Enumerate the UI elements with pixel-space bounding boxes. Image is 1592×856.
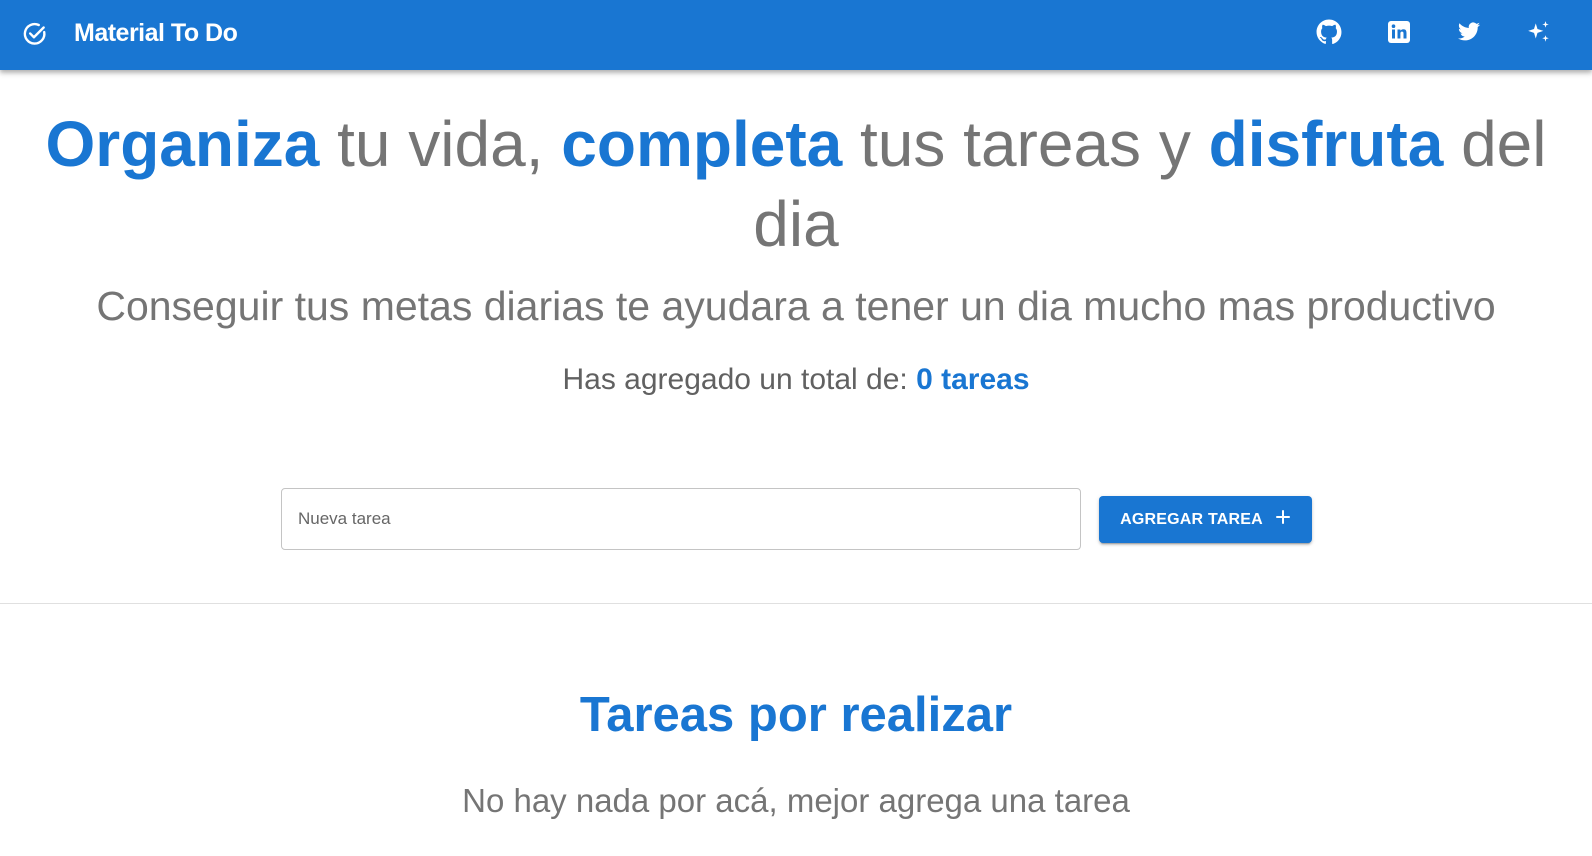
twitter-icon[interactable] <box>1454 17 1484 47</box>
counter-value: 0 tareas <box>916 363 1030 396</box>
app-title: Material To Do <box>74 19 238 47</box>
app-bar: Material To Do <box>0 0 1592 70</box>
headline-word-organiza: Organiza <box>45 108 320 180</box>
headline-text: tu vida, <box>319 108 562 180</box>
counter-label: Has agregado un total de: <box>562 363 908 396</box>
headline-word-completa: completa <box>561 108 843 180</box>
hero-headline: Organiza tu vida, completa tus tareas y … <box>0 104 1592 264</box>
check-circle-icon <box>22 21 48 47</box>
task-counter: Has agregado un total de: 0 tareas <box>0 360 1592 400</box>
tasks-section-title: Tareas por realizar <box>579 688 1013 742</box>
github-icon[interactable] <box>1314 17 1344 47</box>
add-task-button[interactable]: AGREGAR TAREA <box>1099 496 1312 543</box>
empty-tasks-message: No hay nada por acá, mejor agrega una ta… <box>462 782 1130 819</box>
new-task-input[interactable] <box>281 488 1081 550</box>
section-divider <box>0 603 1592 604</box>
headline-word-disfruta: disfruta <box>1208 108 1444 180</box>
plus-icon <box>1275 509 1291 530</box>
add-task-button-label: AGREGAR TAREA <box>1120 510 1263 528</box>
sparkles-icon[interactable] <box>1524 17 1554 47</box>
headline-text: tus tareas y <box>842 108 1209 180</box>
linkedin-icon[interactable] <box>1384 17 1414 47</box>
hero-subtitle: Conseguir tus metas diarias te ayudara a… <box>96 283 1496 329</box>
